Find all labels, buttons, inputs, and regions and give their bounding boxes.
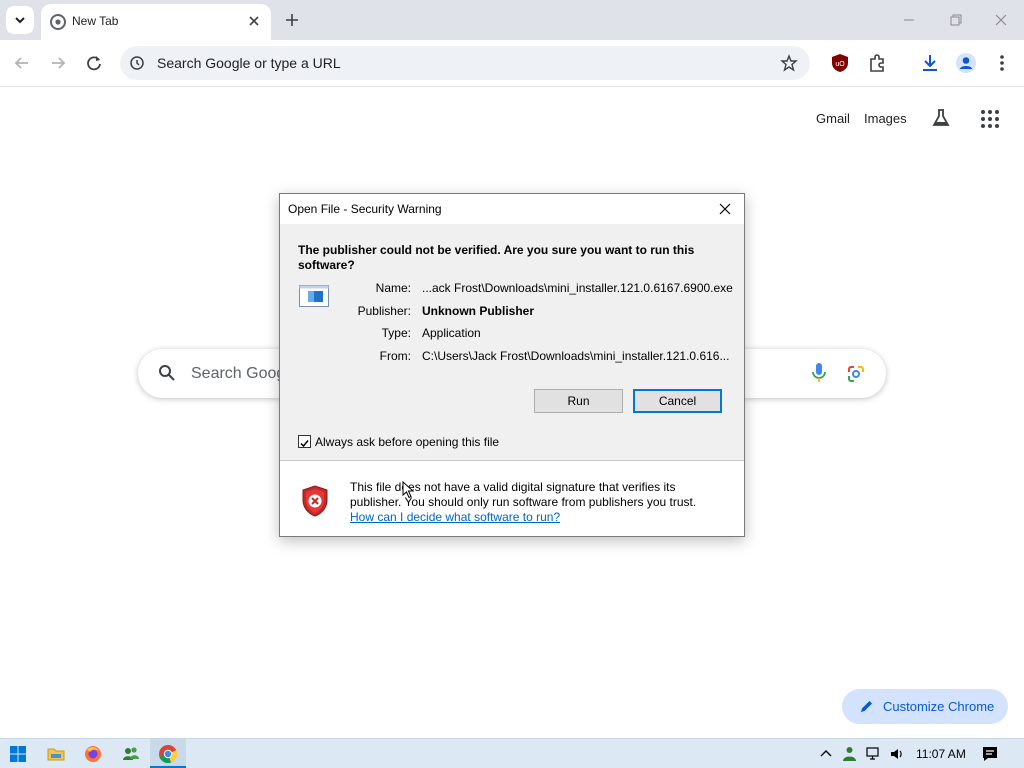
chrome-icon bbox=[159, 745, 178, 764]
chrome-icon bbox=[50, 14, 66, 30]
firefox-icon[interactable] bbox=[83, 744, 103, 764]
mouse-cursor-icon bbox=[402, 481, 414, 499]
security-warning-dialog: Open File - Security Warning The publish… bbox=[279, 193, 745, 537]
taskbar-clock[interactable]: 11:07 AM bbox=[916, 747, 966, 761]
taskbar-chrome-active[interactable] bbox=[150, 739, 186, 768]
taskbar: 11:07 AM bbox=[0, 738, 1024, 768]
from-value: C:\Users\Jack Frost\Downloads\mini_insta… bbox=[422, 349, 730, 363]
always-ask-checkbox[interactable] bbox=[298, 435, 311, 448]
always-ask-label[interactable]: Always ask before opening this file bbox=[315, 435, 499, 449]
images-link[interactable]: Images bbox=[864, 111, 907, 126]
menu-kebab-icon[interactable] bbox=[991, 52, 1013, 74]
name-label: Name: bbox=[375, 281, 411, 295]
download-icon[interactable] bbox=[919, 52, 941, 74]
network-icon[interactable] bbox=[865, 746, 883, 762]
gmail-link[interactable]: Gmail bbox=[816, 111, 850, 126]
ublock-extension-icon[interactable]: uO bbox=[829, 52, 851, 74]
svg-text:uO: uO bbox=[835, 61, 845, 68]
restore-button[interactable] bbox=[943, 8, 967, 32]
new-tab-button[interactable] bbox=[282, 10, 302, 30]
help-link[interactable]: How can I decide what software to run? bbox=[350, 510, 560, 524]
microphone-icon[interactable] bbox=[811, 362, 827, 384]
type-label: Type: bbox=[381, 326, 411, 340]
omnibox[interactable]: Search Google or type a URL bbox=[120, 46, 810, 80]
dialog-titlebar[interactable]: Open File - Security Warning bbox=[280, 194, 744, 224]
bookmark-star-icon[interactable] bbox=[780, 54, 798, 72]
dialog-title: Open File - Security Warning bbox=[288, 202, 442, 216]
omnibox-placeholder[interactable]: Search Google or type a URL bbox=[157, 55, 341, 71]
minimize-button[interactable] bbox=[897, 8, 921, 32]
customize-chrome-label: Customize Chrome bbox=[883, 699, 995, 714]
checkmark-icon bbox=[300, 440, 309, 448]
labs-flask-icon[interactable] bbox=[930, 107, 952, 129]
ntp-search-placeholder[interactable]: Search Goog bbox=[191, 365, 285, 383]
tab-search-button[interactable] bbox=[6, 6, 34, 34]
browser-toolbar: Search Google or type a URL uO bbox=[0, 40, 1024, 87]
chevron-down-icon bbox=[15, 17, 25, 24]
site-info-icon[interactable] bbox=[129, 55, 145, 71]
type-value: Application bbox=[422, 326, 481, 340]
tab-strip: New Tab bbox=[0, 0, 1024, 40]
reload-icon[interactable] bbox=[83, 52, 105, 74]
google-lens-icon[interactable] bbox=[846, 364, 866, 384]
people-tray-icon[interactable] bbox=[841, 745, 858, 762]
file-explorer-icon[interactable] bbox=[46, 744, 66, 764]
notifications-icon[interactable] bbox=[981, 745, 999, 763]
apps-grid-icon[interactable] bbox=[980, 109, 1000, 129]
pencil-icon bbox=[861, 701, 872, 712]
extensions-icon[interactable] bbox=[866, 52, 888, 74]
publisher-label: Publisher: bbox=[357, 304, 411, 318]
people-app-icon[interactable] bbox=[121, 744, 141, 764]
security-shield-error-icon bbox=[302, 485, 328, 517]
profile-avatar-icon[interactable] bbox=[955, 52, 977, 74]
back-icon[interactable] bbox=[11, 52, 33, 74]
search-icon bbox=[159, 365, 175, 381]
tab-new-tab[interactable]: New Tab bbox=[41, 4, 271, 40]
customize-chrome-button[interactable]: Customize Chrome bbox=[842, 689, 1008, 724]
forward-icon[interactable] bbox=[47, 52, 69, 74]
windows-start-icon[interactable] bbox=[8, 744, 28, 764]
chevron-up-icon[interactable] bbox=[819, 747, 833, 761]
dialog-warning-panel: This file does not have a valid digital … bbox=[280, 461, 744, 536]
dialog-question: The publisher could not be verified. Are… bbox=[298, 243, 695, 272]
name-value: ...ack Frost\Downloads\mini_installer.12… bbox=[422, 281, 733, 295]
run-button[interactable]: Run bbox=[534, 389, 623, 413]
close-icon[interactable] bbox=[716, 200, 734, 218]
close-icon[interactable] bbox=[246, 13, 262, 29]
cancel-button[interactable]: Cancel bbox=[633, 389, 722, 413]
window-close-button[interactable] bbox=[989, 8, 1013, 32]
publisher-value: Unknown Publisher bbox=[422, 304, 535, 318]
tab-title: New Tab bbox=[72, 14, 119, 28]
from-label: From: bbox=[379, 349, 411, 363]
volume-icon[interactable] bbox=[889, 746, 906, 762]
